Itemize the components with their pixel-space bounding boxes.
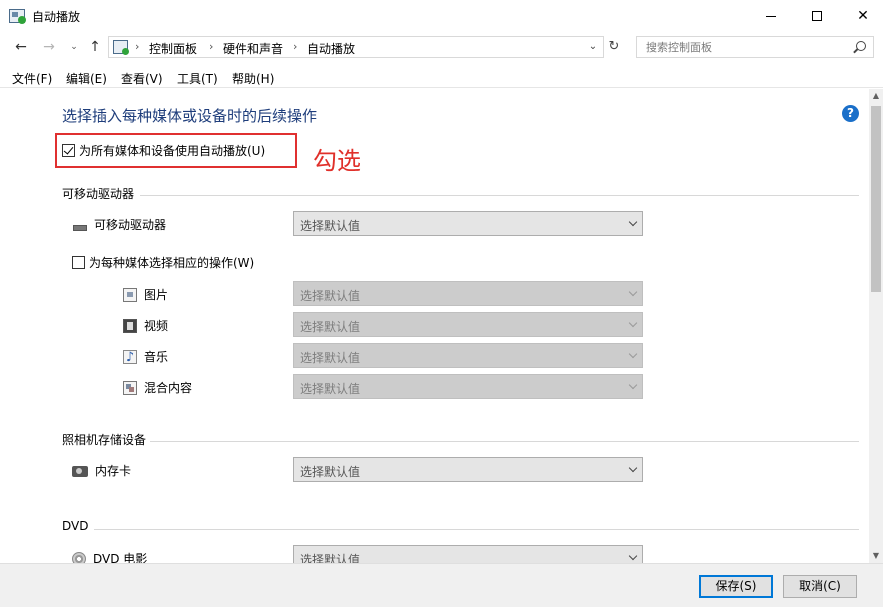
removable-drive-select[interactable]: 选择默认值 (293, 211, 643, 236)
video-file-icon (123, 318, 137, 333)
media-pictures-select[interactable]: 选择默认值 (293, 281, 643, 306)
breadcrumb-autoplay[interactable]: 自动播放 (307, 40, 355, 57)
menu-edit[interactable]: 编辑(E) (66, 70, 107, 87)
chevron-down-icon (628, 349, 638, 359)
section-title-camera: 照相机存储设备 (62, 433, 147, 447)
chevron-down-icon (628, 551, 638, 561)
autoplay-all-checkbox[interactable] (62, 144, 75, 157)
search-box[interactable] (636, 36, 874, 58)
address-bar[interactable]: › 控制面板 › 硬件和声音 › 自动播放 (108, 36, 604, 58)
maximize-button[interactable] (794, 0, 840, 32)
search-icon[interactable] (856, 41, 866, 51)
autoplay-all-label: 为所有媒体和设备使用自动播放(U) (79, 144, 266, 158)
chevron-right-icon: › (135, 40, 140, 53)
chevron-right-icon: › (209, 40, 214, 53)
dvd-movie-select[interactable]: 选择默认值 (293, 545, 643, 563)
back-button[interactable]: ← (12, 38, 30, 56)
chevron-down-icon (628, 463, 638, 473)
section-divider (150, 441, 859, 442)
breadcrumb-control-panel[interactable]: 控制面板 (149, 40, 197, 57)
section-title-removable: 可移动驱动器 (62, 187, 135, 201)
menu-tools[interactable]: 工具(T) (177, 70, 218, 87)
drive-icon (73, 224, 87, 231)
maximize-icon (812, 11, 822, 21)
chevron-down-icon (628, 217, 638, 227)
save-button[interactable]: 保存(S) (699, 575, 773, 598)
section-divider (94, 529, 859, 530)
forward-button[interactable]: → (40, 38, 58, 56)
media-music-label: ♪ 音乐 (123, 348, 168, 365)
annotation-text: 勾选 (313, 147, 361, 175)
chevron-right-icon: › (293, 40, 298, 53)
per-media-checkbox[interactable] (72, 256, 85, 269)
page-title: 选择插入每种媒体或设备时的后续操作 (62, 107, 318, 125)
address-dropdown-button[interactable]: ⌄ (584, 36, 602, 58)
media-mixed-select[interactable]: 选择默认值 (293, 374, 643, 399)
media-music-select[interactable]: 选择默认值 (293, 343, 643, 368)
recent-locations-button[interactable]: ⌄ (68, 38, 80, 56)
per-media-option[interactable]: 为每种媒体选择相应的操作(W) (72, 254, 254, 271)
dvd-movie-label: DVD 电影 (72, 550, 147, 563)
scroll-down-button[interactable]: ▼ (869, 549, 883, 563)
media-video-label: 视频 (123, 317, 168, 334)
removable-drive-label: 可移动驱动器 (73, 216, 166, 233)
dialog-footer: 保存(S) 取消(C) (0, 563, 883, 607)
media-mixed-label: 混合内容 (123, 379, 192, 396)
help-icon[interactable]: ? (842, 105, 859, 122)
breadcrumb-hardware-sound[interactable]: 硬件和声音 (223, 40, 283, 57)
minimize-icon (766, 15, 776, 17)
menu-file[interactable]: 文件(F) (12, 70, 52, 87)
main-content: 选择插入每种媒体或设备时的后续操作 ? 为所有媒体和设备使用自动播放(U) 勾选… (0, 89, 869, 563)
section-title-dvd: DVD (62, 519, 89, 533)
scroll-up-button[interactable]: ▲ (869, 89, 883, 103)
minimize-button[interactable] (748, 0, 794, 32)
control-panel-icon (9, 9, 26, 24)
section-divider (140, 195, 859, 196)
chevron-down-icon (628, 380, 638, 390)
refresh-button[interactable]: ↻ (604, 36, 624, 58)
scroll-thumb[interactable] (871, 106, 881, 292)
chevron-down-icon (628, 287, 638, 297)
window-title: 自动播放 (32, 10, 81, 24)
per-media-label: 为每种媒体选择相应的操作(W) (89, 256, 255, 270)
cancel-button[interactable]: 取消(C) (783, 575, 857, 598)
menu-help[interactable]: 帮助(H) (232, 70, 274, 87)
menu-bar: 文件(F) 编辑(E) 查看(V) 工具(T) 帮助(H) (0, 66, 883, 88)
menu-view[interactable]: 查看(V) (121, 70, 163, 87)
autoplay-all-option[interactable]: 为所有媒体和设备使用自动播放(U) (62, 142, 265, 159)
up-button[interactable]: ↑ (86, 38, 104, 56)
disc-icon (72, 551, 86, 563)
music-file-icon: ♪ (123, 349, 137, 364)
media-video-select[interactable]: 选择默认值 (293, 312, 643, 337)
title-bar: 自动播放 ✕ (0, 0, 883, 32)
picture-file-icon (123, 287, 137, 302)
memory-card-label: 内存卡 (72, 462, 131, 479)
memory-card-select[interactable]: 选择默认值 (293, 457, 643, 482)
mixed-content-icon (123, 380, 137, 395)
chevron-down-icon (628, 318, 638, 328)
vertical-scrollbar[interactable]: ▲ ▼ (869, 89, 883, 563)
media-pictures-label: 图片 (123, 286, 168, 303)
search-input[interactable] (637, 37, 847, 57)
close-button[interactable]: ✕ (840, 0, 883, 32)
control-panel-icon (113, 40, 129, 55)
camera-icon (72, 466, 88, 477)
